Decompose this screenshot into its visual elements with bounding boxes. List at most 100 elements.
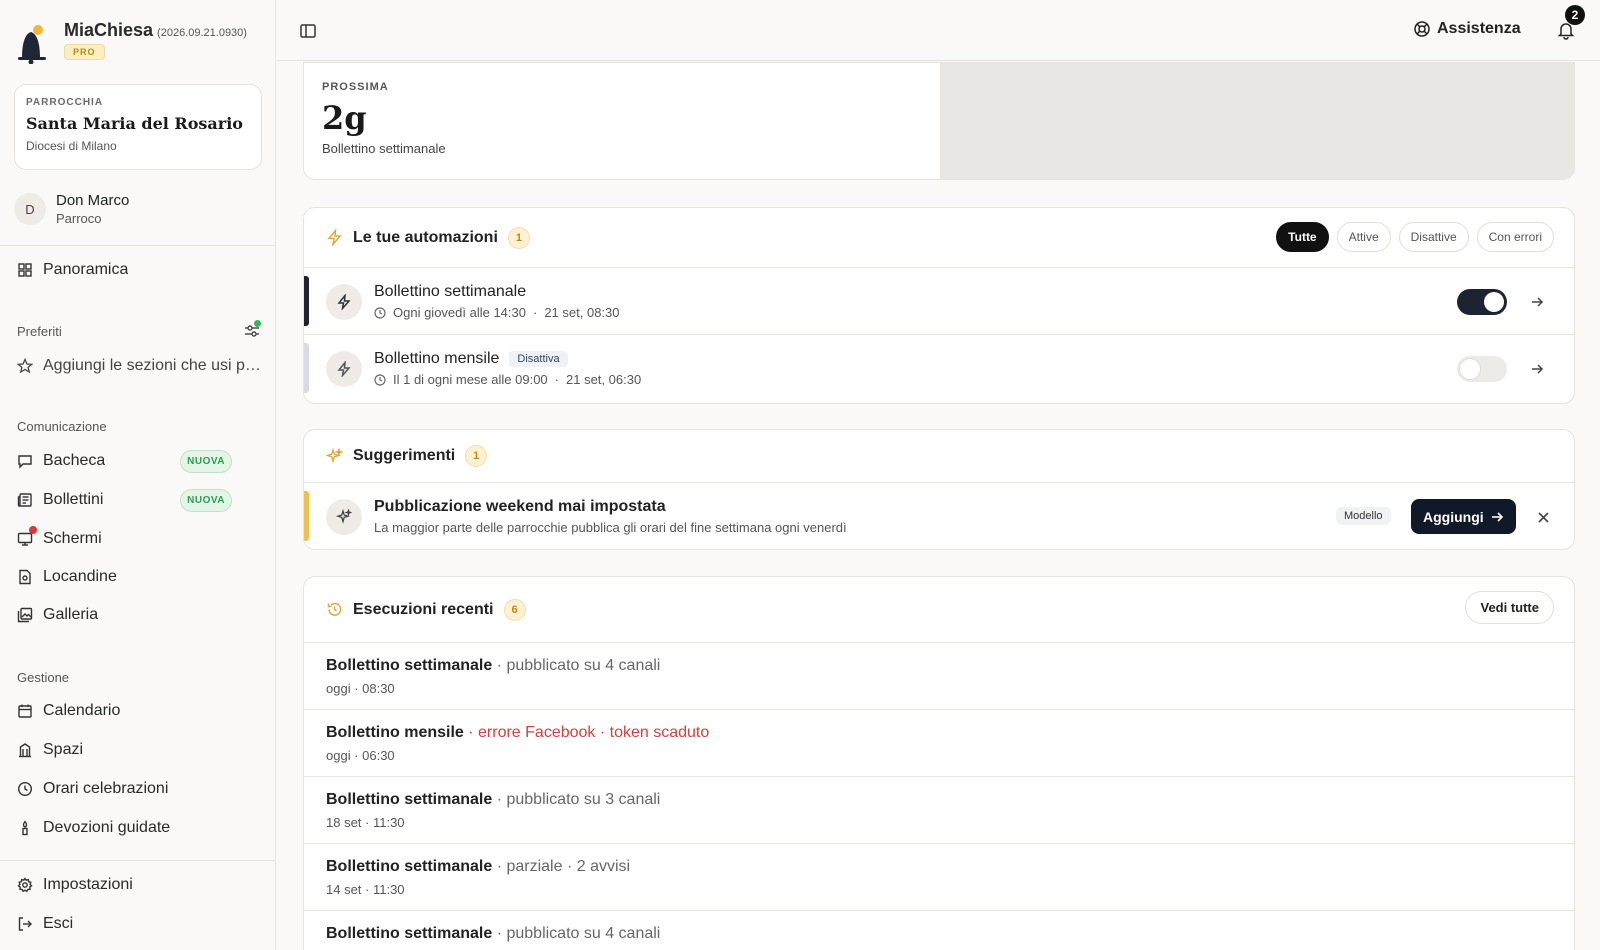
execution-row[interactable]: Bollettino settimanale · parziale · 2 av… — [304, 844, 1574, 911]
execution-detail: · pubblicato su 4 canali — [492, 657, 661, 674]
filter-all[interactable]: Tutte — [1276, 222, 1329, 252]
automation-schedule: Ogni giovedì alle 14:30 — [393, 305, 526, 320]
add-button[interactable]: Aggiungi — [1411, 499, 1516, 534]
execution-detail: · parziale · 2 avvisi — [492, 858, 631, 875]
automation-title: Bollettino settimanale — [374, 283, 527, 300]
nav-settings-label: Impostazioni — [43, 876, 133, 893]
help-button[interactable]: Assistenza — [1413, 20, 1521, 38]
nav-bollettini-label: Bollettini — [43, 491, 104, 508]
nav-favorites-hint[interactable]: Aggiungi le sezioni che usi più spesso — [17, 353, 262, 379]
communication-label: Comunicazione — [17, 419, 107, 434]
executions-card: Esecuzioni recenti 6 Vedi tutte Bolletti… — [303, 576, 1575, 950]
next-label: PROSSIMA — [322, 81, 389, 93]
clock-icon — [17, 781, 33, 797]
alert-dot — [29, 526, 37, 534]
grid-icon — [18, 263, 32, 277]
building-icon — [19, 743, 31, 758]
suggestion-icon — [326, 499, 362, 535]
automations-title: Le tue automazioni — [353, 228, 498, 246]
suggestions-title: Suggerimenti — [353, 447, 456, 464]
execution-row[interactable]: Bollettino settimanale · pubblicato su 4… — [304, 643, 1574, 710]
execution-row[interactable]: Bollettino settimanale · pubblicato su 3… — [304, 777, 1574, 844]
automation-toggle[interactable] — [1457, 289, 1507, 315]
automation-row[interactable]: Bollettino settimanale Ogni giovedì alle… — [304, 268, 1574, 335]
filter-inactive[interactable]: Disattive — [1398, 222, 1469, 252]
parish-name: Santa Maria del Rosario — [26, 114, 243, 133]
nav-devozioni[interactable]: Devozioni guidate — [17, 815, 262, 841]
nav-calendario[interactable]: Calendario — [17, 698, 262, 724]
clock-icon — [374, 373, 386, 386]
user-profile[interactable]: D Don Marco Parroco — [14, 192, 129, 226]
execution-error-detail: · errore Facebook · token scaduto — [463, 724, 710, 741]
execution-time: oggi · 06:30 — [326, 748, 395, 763]
arrow-right-icon — [1491, 511, 1503, 522]
user-role: Parroco — [56, 211, 102, 226]
automation-toggle[interactable] — [1457, 356, 1507, 382]
model-badge: Modello — [1336, 507, 1391, 525]
suggestion-title: Pubblicazione weekend mai impostata — [374, 498, 666, 515]
nav-bollettini[interactable]: Bollettini NUOVA — [17, 487, 262, 513]
row-accent — [304, 491, 309, 541]
nav-schermi[interactable]: Schermi — [17, 526, 262, 552]
filter-active[interactable]: Attive — [1336, 222, 1391, 252]
nav-spazi[interactable]: Spazi — [17, 737, 262, 763]
automation-row[interactable]: Bollettino mensile Disattiva Il 1 di ogn… — [304, 335, 1574, 402]
message-icon — [18, 455, 32, 469]
lifebuoy-icon — [1414, 21, 1430, 37]
user-name: Don Marco — [56, 192, 130, 209]
nav-logout-label: Esci — [43, 915, 74, 932]
automation-title: Bollettino mensile — [374, 350, 500, 367]
notification-count: 2 — [1565, 5, 1585, 25]
nav-locandine-label: Locandine — [43, 568, 117, 585]
nav-overview-label: Panoramica — [43, 261, 129, 278]
candle-icon — [22, 820, 28, 836]
plan-badge: PRO — [64, 44, 105, 60]
automation-icon — [326, 284, 362, 320]
next-preview-area — [940, 63, 1574, 179]
next-subtitle: Bollettino settimanale — [322, 141, 446, 156]
brand[interactable]: MiaChiesa (2026.09.21.0930) PRO — [16, 20, 247, 64]
nav-bacheca[interactable]: Bacheca NUOVA — [17, 448, 262, 474]
sidebar: MiaChiesa (2026.09.21.0930) PRO PARROCCHI… — [0, 0, 276, 950]
logout-icon — [18, 917, 32, 931]
automation-schedule: Il 1 di ogni mese alle 09:00 — [393, 372, 548, 387]
add-button-label: Aggiungi — [1423, 508, 1484, 525]
suggestion-row: Pubblicazione weekend mai impostata La m… — [304, 483, 1574, 549]
execution-row[interactable]: Bollettino settimanale · pubblicato su 4… — [304, 911, 1574, 950]
parish-card[interactable]: PARROCCHIA Santa Maria del Rosario Dioce… — [14, 84, 262, 170]
automation-filters: Tutte Attive Disattive Con errori — [1276, 222, 1554, 252]
execution-row[interactable]: Bollettino mensile · errore Facebook · t… — [304, 710, 1574, 777]
row-accent — [304, 276, 309, 326]
favorites-label: Preferiti — [17, 324, 62, 339]
see-all-button[interactable]: Vedi tutte — [1465, 591, 1554, 624]
lightning-icon — [337, 361, 351, 377]
lightning-icon — [337, 294, 351, 310]
nav-galleria[interactable]: Galleria — [17, 602, 262, 628]
nav-overview[interactable]: Panoramica — [17, 257, 262, 283]
new-badge: NUOVA — [180, 488, 232, 512]
parish-diocese: Diocesi di Milano — [26, 139, 117, 153]
clock-icon — [374, 306, 386, 319]
nav-orari[interactable]: Orari celebrazioni — [17, 776, 262, 802]
execution-detail: · pubblicato su 3 canali — [492, 791, 661, 808]
close-icon[interactable] — [1537, 511, 1550, 524]
nav-settings[interactable]: Impostazioni — [17, 872, 262, 898]
nav-devozioni-label: Devozioni guidate — [43, 819, 171, 836]
execution-name: Bollettino settimanale — [326, 925, 493, 942]
executions-count: 6 — [503, 598, 526, 621]
app-version: (2026.09.21.0930) — [157, 27, 247, 39]
arrow-right-icon[interactable] — [1529, 294, 1545, 310]
star-icon — [17, 358, 33, 374]
lightning-icon — [327, 229, 342, 246]
suggestions-count: 1 — [465, 445, 488, 467]
status-dot — [254, 320, 261, 327]
status-badge: Disattiva — [509, 351, 568, 367]
sidebar-toggle-icon[interactable] — [299, 22, 317, 40]
arrow-right-icon[interactable] — [1529, 361, 1545, 377]
poster-icon — [19, 569, 31, 585]
nav-logout[interactable]: Esci — [17, 911, 262, 937]
filter-errors[interactable]: Con errori — [1476, 222, 1554, 252]
executions-title: Esecuzioni recenti — [353, 600, 494, 618]
gallery-icon — [17, 607, 33, 623]
nav-locandine[interactable]: Locandine — [17, 564, 262, 590]
